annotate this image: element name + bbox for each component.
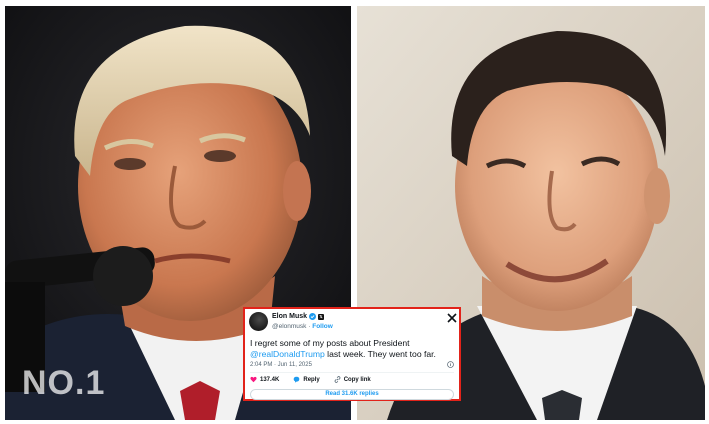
like-button[interactable]: 137.4K xyxy=(250,376,279,383)
heart-icon xyxy=(250,376,257,383)
like-count: 137.4K xyxy=(260,376,280,383)
copy-link-label: Copy link xyxy=(343,376,371,383)
tweet-handle-row: @elonmusk · Follow xyxy=(272,323,333,330)
follow-button[interactable]: Follow xyxy=(312,323,333,330)
link-icon xyxy=(334,376,341,383)
reply-button[interactable]: Reply xyxy=(293,376,320,383)
watermark-label: NO.1 xyxy=(22,364,106,402)
copy-link-button[interactable]: Copy link xyxy=(334,376,371,383)
handle-separator: · xyxy=(308,323,311,330)
tweet-header: Elon Musk 𝕏 @elonmusk · Follow xyxy=(249,312,457,334)
tweet-name-row: Elon Musk 𝕏 xyxy=(272,313,325,320)
verified-badge-icon xyxy=(309,313,317,320)
tweet-card[interactable]: Elon Musk 𝕏 @elonmusk · Follow I regret … xyxy=(243,307,461,401)
tweet-timestamp[interactable]: 2:04 PM · Jun 11, 2025 xyxy=(250,362,312,368)
reply-icon xyxy=(294,376,300,383)
tweet-text-start: I regret some of my posts about Presiden… xyxy=(250,338,410,348)
tweet-actions: 137.4K Reply Copy link xyxy=(250,376,385,383)
affiliation-badge-icon: 𝕏 xyxy=(318,313,325,320)
author-name[interactable]: Elon Musk xyxy=(272,313,307,320)
divider xyxy=(250,372,454,373)
tweet-text-end: last week. They went too far. xyxy=(324,349,436,359)
x-logo-icon[interactable] xyxy=(447,313,457,323)
tweet-text: I regret some of my posts about Presiden… xyxy=(250,338,458,360)
read-replies-button[interactable]: Read 31.6K replies xyxy=(250,389,454,400)
info-icon[interactable] xyxy=(447,361,454,368)
avatar[interactable] xyxy=(249,312,268,331)
reply-label: Reply xyxy=(303,376,320,383)
author-handle[interactable]: @elonmusk xyxy=(272,323,306,330)
mention-link[interactable]: @realDonaldTrump xyxy=(250,349,325,359)
